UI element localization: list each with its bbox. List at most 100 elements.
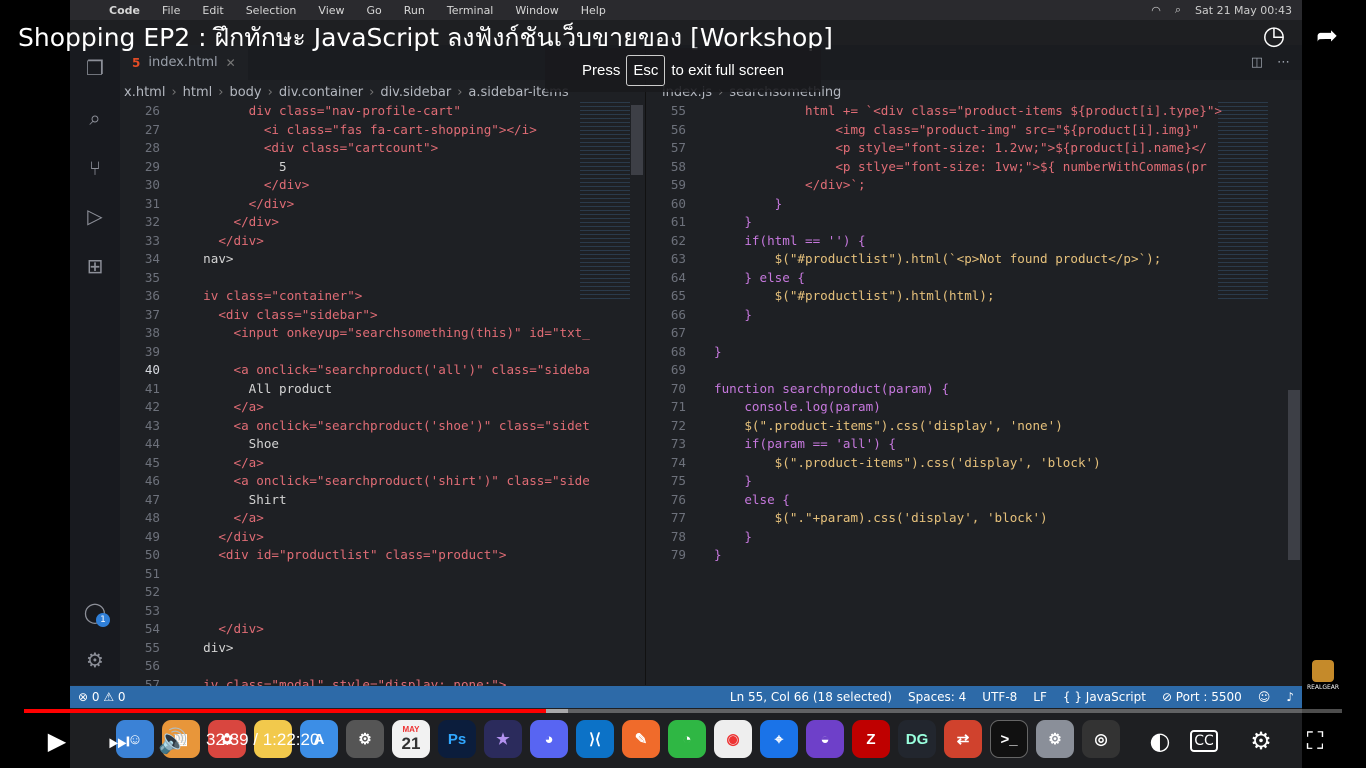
video-progress-bar[interactable] <box>24 709 1342 713</box>
line-ending[interactable]: LF <box>1025 690 1055 704</box>
code-line[interactable]: 71 console.log(param) <box>646 398 1302 417</box>
code-line[interactable]: 74 $(".product-items").css('display', 'b… <box>646 454 1302 473</box>
code-line[interactable]: 44 Shoe <box>120 435 645 454</box>
code-line[interactable]: 27 <i class="fas fa-cart-shopping"></i> <box>120 121 645 140</box>
code-line[interactable]: 43 <a onclick="searchproduct('shoe')" cl… <box>120 417 645 436</box>
filezilla-icon[interactable]: Z <box>852 720 890 758</box>
code-line[interactable]: 30 </div> <box>120 176 645 195</box>
code-line[interactable]: 63 $("#productlist").html(`<p>Not found … <box>646 250 1302 269</box>
sketch-pen-icon[interactable]: ✎ <box>622 720 660 758</box>
breadcrumb-item[interactable]: div.container <box>279 85 363 100</box>
breadcrumb-item[interactable]: body <box>229 85 261 100</box>
menu-selection[interactable]: Selection <box>235 4 308 17</box>
code-line[interactable]: 56 <img class="product-img" src="${produ… <box>646 121 1302 140</box>
code-line[interactable]: 70 function searchproduct(param) { <box>646 380 1302 399</box>
code-line[interactable]: 79} <box>646 546 1302 565</box>
imovie-star-icon[interactable]: ★ <box>484 720 522 758</box>
code-line[interactable]: 62 if(html == '') { <box>646 232 1302 251</box>
menubar-clock[interactable]: Sat 21 May 00:43 <box>1195 4 1292 17</box>
source-control-icon[interactable]: ⑂ <box>82 155 108 181</box>
cursor-position[interactable]: Ln 55, Col 66 (18 selected) <box>722 690 900 704</box>
explorer-icon[interactable]: ❐ <box>82 55 108 81</box>
code-line[interactable]: 50 <div id="productlist" class="product"… <box>120 546 645 565</box>
search-icon[interactable]: ⌕ <box>82 105 108 131</box>
code-line[interactable]: 28 <div class="cartcount"> <box>120 139 645 158</box>
menu-file[interactable]: File <box>151 4 191 17</box>
code-line[interactable]: 72 $(".product-items").css('display', 'n… <box>646 417 1302 436</box>
code-line[interactable]: 60 } <box>646 195 1302 214</box>
problems-count[interactable]: ⊗ 0 ⚠ 0 <box>70 690 134 704</box>
terminal-icon[interactable]: >_ <box>990 720 1028 758</box>
menu-view[interactable]: View <box>307 4 355 17</box>
wifi-icon[interactable]: ◠ <box>1151 4 1161 17</box>
datagrip-icon[interactable]: DG <box>898 720 936 758</box>
chrome-icon[interactable]: ◉ <box>714 720 752 758</box>
breadcrumb-item[interactable]: div.sidebar <box>380 85 451 100</box>
code-line[interactable]: 41 All product <box>120 380 645 399</box>
remote-desktop-icon[interactable]: ⇄ <box>944 720 982 758</box>
menu-terminal[interactable]: Terminal <box>436 4 505 17</box>
minimap[interactable] <box>1218 102 1268 302</box>
code-line[interactable]: 65 $("#productlist").html(html); <box>646 287 1302 306</box>
minimap[interactable] <box>580 102 630 302</box>
system-preferences-icon[interactable]: ⚙ <box>346 720 384 758</box>
code-line[interactable]: 61 } <box>646 213 1302 232</box>
code-line[interactable]: 45 </a> <box>120 454 645 473</box>
code-line[interactable]: 49 </div> <box>120 528 645 547</box>
vscode-icon[interactable]: ⟩⟨ <box>576 720 614 758</box>
volume-icon[interactable]: 🔊 <box>156 724 190 758</box>
vertical-scrollbar[interactable] <box>631 105 643 175</box>
code-line[interactable]: 46 <a onclick="searchproduct('shirt')" c… <box>120 472 645 491</box>
watch-later-clock-icon[interactable]: ◷ <box>1258 20 1290 52</box>
code-line[interactable]: 53 <box>120 602 645 621</box>
github-desktop-icon[interactable]: ◒ <box>806 720 844 758</box>
code-line[interactable]: 47 Shirt <box>120 491 645 510</box>
code-line[interactable]: 75 } <box>646 472 1302 491</box>
code-line[interactable]: 32 </div> <box>120 213 645 232</box>
code-line[interactable]: 42 </a> <box>120 398 645 417</box>
code-line[interactable]: 57 <p style="font-size: 1.2vw;">${produc… <box>646 139 1302 158</box>
code-line[interactable]: 35 <box>120 269 645 288</box>
breadcrumb-item[interactable]: x.html <box>124 85 165 100</box>
exit-fullscreen-icon[interactable]: ⛶ <box>1298 724 1332 758</box>
line-icon[interactable]: ◔ <box>668 720 706 758</box>
code-line[interactable]: 77 $("."+param).css('display', 'block') <box>646 509 1302 528</box>
code-line[interactable]: 55 html += `<div class="product-items ${… <box>646 102 1302 121</box>
maps-icon[interactable]: ⌖ <box>760 720 798 758</box>
code-line[interactable]: 36 iv class="container"> <box>120 287 645 306</box>
code-line[interactable]: 31 </div> <box>120 195 645 214</box>
menu-code[interactable]: Code <box>98 4 151 17</box>
live-server-port[interactable]: ⊘ Port : 5500 <box>1154 690 1250 704</box>
feedback-icon[interactable]: ☺ <box>1250 690 1279 704</box>
code-line[interactable]: 58 <p stlye="font-size: 1vw;">${ numberW… <box>646 158 1302 177</box>
code-line[interactable]: 69 <box>646 361 1302 380</box>
subtitles-cc-icon[interactable]: CC <box>1190 730 1218 752</box>
more-actions-icon[interactable]: ⋯ <box>1277 55 1290 70</box>
search-icon[interactable]: ⌕ <box>1175 3 1181 17</box>
code-line[interactable]: 38 <input onkeyup="searchsomething(this)… <box>120 324 645 343</box>
code-line[interactable]: 26 div class="nav-profile-cart" <box>120 102 645 121</box>
settings-gear-icon[interactable]: ⚙ <box>82 647 108 673</box>
code-line[interactable]: 76 else { <box>646 491 1302 510</box>
code-line[interactable]: 37 <div class="sidebar"> <box>120 306 645 325</box>
next-button[interactable]: ⏭ <box>102 724 136 758</box>
preferences-gear-icon[interactable]: ⚙ <box>1036 720 1074 758</box>
code-line[interactable]: 64 } else { <box>646 269 1302 288</box>
notifications-icon[interactable]: ♪ <box>1278 690 1302 704</box>
code-line[interactable]: 55 div> <box>120 639 645 658</box>
split-editor-icon[interactable]: ◫ <box>1251 55 1263 70</box>
code-line[interactable]: 73 if(param == 'all') { <box>646 435 1302 454</box>
menu-window[interactable]: Window <box>504 4 569 17</box>
encoding[interactable]: UTF-8 <box>974 690 1025 704</box>
channel-watermark-logo[interactable]: REALGEAR <box>1306 660 1340 696</box>
code-line[interactable]: 56 <box>120 657 645 676</box>
menu-run[interactable]: Run <box>393 4 436 17</box>
breadcrumb-item[interactable]: html <box>183 85 213 100</box>
code-line[interactable]: 68} <box>646 343 1302 362</box>
code-line[interactable]: 33 </div> <box>120 232 645 251</box>
code-line[interactable]: 54 </div> <box>120 620 645 639</box>
autoplay-toggle[interactable]: ◐ <box>1143 724 1177 758</box>
discord-icon[interactable]: ◕ <box>530 720 568 758</box>
share-icon[interactable]: ➦ <box>1311 20 1343 52</box>
code-line[interactable]: 52 <box>120 583 645 602</box>
